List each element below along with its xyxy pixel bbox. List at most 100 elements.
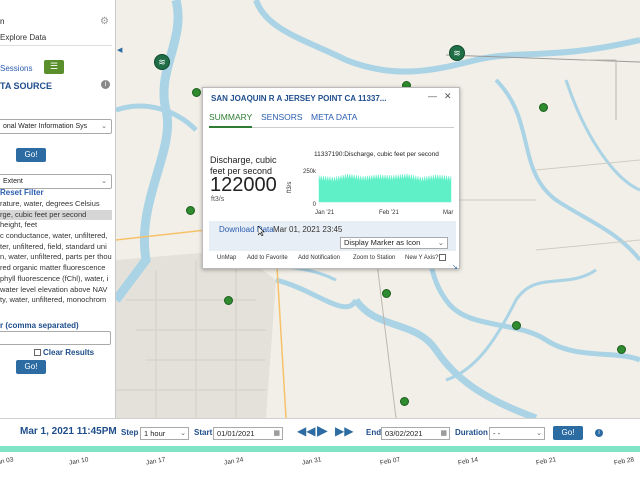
current-value: 122000: [210, 174, 277, 196]
popup-tabs: SUMMARY SENSORS META DATA: [209, 112, 454, 128]
parameter-item[interactable]: ter, unfiltered, field, standard uni: [0, 242, 112, 253]
parameter-item[interactable]: ty, water, unfiltered, monochrom: [0, 295, 112, 306]
gauge-station-icon[interactable]: ≋: [449, 45, 465, 61]
filter-go-button[interactable]: Go!: [16, 360, 46, 374]
extent-select[interactable]: Extent ⌄: [0, 174, 112, 189]
explore-data-tab[interactable]: Explore Data: [0, 33, 46, 42]
station-title: SAN JOAQUIN R A JERSEY POINT CA 11337...: [211, 94, 387, 103]
station-marker[interactable]: [539, 103, 548, 112]
duration-label: Duration: [455, 428, 488, 437]
parameter-item[interactable]: rature, water, degrees Celsius: [0, 199, 112, 210]
sessions-link[interactable]: Sessions: [0, 64, 32, 73]
timeline-tick-label: Feb 21: [535, 456, 557, 467]
timeline[interactable]: Jan 03 Jan 10 Jan 17 Jan 24 Jan 31 Feb 07 Feb …: [0, 446, 640, 480]
timeline-tick-label: Feb 14: [457, 456, 479, 467]
timeline-range-band[interactable]: [0, 446, 640, 452]
list-icon: ☰: [49, 61, 59, 71]
marker-display-select[interactable]: Display Marker as Icon ⌄: [340, 237, 448, 249]
station-marker[interactable]: [382, 289, 391, 298]
collapse-sidebar-icon[interactable]: ◀: [117, 46, 122, 54]
y-axis-label: ft3/s: [287, 182, 293, 193]
timeline-tick-label: Feb 07: [379, 456, 401, 467]
data-source-header: TA SOURCE: [0, 81, 53, 91]
x-tick-label: Mar '21: [443, 210, 455, 216]
tab-summary[interactable]: SUMMARY: [209, 112, 253, 128]
parameter-item[interactable]: phyll fluorescence (fChl), water, i: [0, 274, 112, 285]
discharge-area: [318, 173, 452, 203]
unmap-link[interactable]: UnMap: [217, 255, 236, 261]
timeline-tick-label: Jan 03: [0, 456, 14, 467]
station-marker[interactable]: [400, 397, 409, 406]
parameter-item[interactable]: rge, cubic feet per second: [0, 209, 112, 221]
end-label: End: [366, 428, 382, 437]
end-date-input[interactable]: 03/02/2021 ▦: [381, 427, 450, 440]
gauge-station-icon[interactable]: ≋: [154, 54, 170, 70]
download-data-link[interactable]: Download Data: [219, 225, 274, 234]
step-label: Step: [121, 428, 139, 437]
chevron-down-icon: ⌄: [437, 238, 444, 247]
start-label: Start: [194, 428, 213, 437]
calendar-icon[interactable]: ▦: [273, 428, 280, 439]
chevron-down-icon: ⌄: [180, 430, 186, 437]
clear-results-label: Clear Results: [43, 348, 95, 357]
info-icon[interactable]: i: [101, 80, 110, 89]
tab-sensors[interactable]: SENSORS: [261, 112, 303, 128]
step-value: 1 hour: [144, 429, 166, 438]
station-marker[interactable]: [512, 321, 521, 330]
step-back-icon[interactable]: ◀◀: [297, 424, 315, 438]
source-go-button[interactable]: Go!: [16, 148, 46, 162]
duration-value: - -: [493, 429, 501, 438]
parameter-item[interactable]: red organic matter fluorescence: [0, 263, 112, 274]
x-tick-label: Jan '21: [315, 210, 335, 216]
duration-select[interactable]: - - ⌄: [489, 427, 545, 440]
clear-results-checkbox[interactable]: [34, 349, 41, 356]
play-icon[interactable]: ▶: [317, 422, 328, 439]
timeline-tick-label: Feb 28: [613, 456, 635, 467]
mouse-cursor-icon: [258, 226, 265, 236]
timeline-tick-label: Jan 31: [301, 456, 322, 467]
step-forward-icon[interactable]: ▶▶: [335, 424, 353, 438]
close-icon[interactable]: ✕: [444, 91, 452, 102]
station-marker[interactable]: [186, 206, 195, 215]
y-tick-label: 250k: [303, 169, 317, 175]
tab-meta-data[interactable]: META DATA: [311, 112, 357, 128]
current-time: Mar 1, 2021 11:45PM: [20, 426, 117, 437]
minimize-icon[interactable]: —: [428, 91, 437, 101]
resize-handle-icon[interactable]: ↘: [452, 263, 458, 271]
time-controls: Mar 1, 2021 11:45PM Step 1 hour ⌄ Start …: [0, 418, 640, 446]
reset-filter-link[interactable]: Reset Filter: [0, 188, 44, 197]
gear-icon[interactable]: ⚙: [100, 16, 109, 27]
station-popup: SAN JOAQUIN R A JERSEY POINT CA 11337...…: [202, 87, 460, 271]
sessions-list-button[interactable]: ☰: [44, 60, 64, 74]
time-go-button[interactable]: Go!: [553, 426, 583, 440]
parameter-item[interactable]: n, water, unfiltered, parts per thou: [0, 252, 112, 263]
add-notification-link[interactable]: Add Notification: [298, 255, 340, 261]
add-favorite-link[interactable]: Add to Favorite: [247, 255, 288, 261]
new-y-axis-checkbox[interactable]: [439, 254, 446, 261]
start-date-input[interactable]: 01/01/2021 ▦: [213, 427, 283, 440]
timeline-tick-label: Jan 17: [145, 456, 166, 467]
new-y-axis-label: New Y Axis?: [405, 255, 439, 261]
parameter-item[interactable]: height, feet: [0, 220, 112, 231]
station-marker[interactable]: [617, 345, 626, 354]
parameter-item[interactable]: c conductance, water, unfiltered,: [0, 231, 112, 242]
discharge-chart[interactable]: ft3/s 250k 0 Jan '21 Feb '21 Mar '21: [283, 160, 455, 216]
timestamp: Mar 01, 2021 23:45: [273, 225, 343, 234]
station-marker[interactable]: [192, 88, 201, 97]
data-source-value: onal Water Information Sys: [3, 123, 88, 130]
calendar-icon[interactable]: ▦: [440, 428, 447, 439]
start-date-value: 01/01/2021: [217, 429, 255, 438]
marker-display-value: Display Marker as Icon: [344, 238, 421, 247]
step-select[interactable]: 1 hour ⌄: [140, 427, 189, 440]
chevron-down-icon: ⌄: [536, 430, 542, 437]
info-icon[interactable]: i: [595, 429, 603, 437]
parameter-list[interactable]: rature, water, degrees Celsius rge, cubic…: [0, 199, 112, 306]
station-marker[interactable]: [224, 296, 233, 305]
parameter-item[interactable]: water level elevation above NAV: [0, 285, 112, 296]
station-filter-input[interactable]: [0, 331, 111, 345]
data-source-select[interactable]: onal Water Information Sys ⌄: [0, 119, 112, 134]
zoom-station-link[interactable]: Zoom to Station: [353, 255, 395, 261]
left-sidebar: n ⚙ Explore Data Sessions ☰ TA SOURCE i …: [0, 0, 116, 418]
chevron-down-icon: ⌄: [101, 123, 107, 130]
extent-value: Extent: [3, 178, 23, 185]
